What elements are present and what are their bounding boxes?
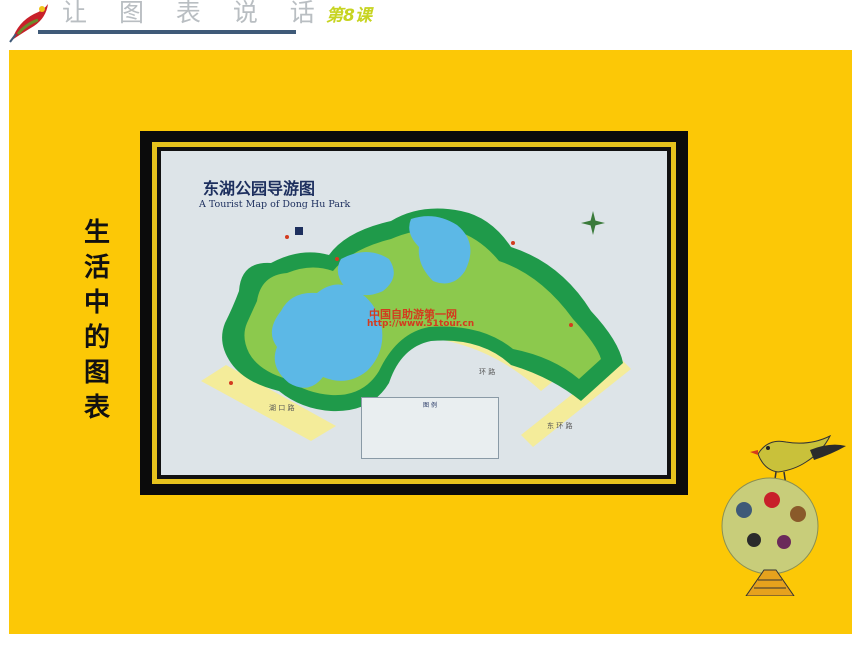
ornament-dot — [790, 506, 806, 522]
road-label: 东 环 路 — [547, 422, 573, 430]
bird-logo-icon — [9, 4, 48, 43]
poi-marker — [569, 323, 573, 327]
bird-beak — [750, 450, 758, 455]
bird-eye — [766, 446, 770, 450]
poi-marker — [511, 241, 515, 245]
parking-marker — [295, 227, 303, 235]
ornament-dot — [764, 492, 780, 508]
ornament-dot — [777, 535, 791, 549]
side-caption: 生活中的图表 — [83, 218, 110, 423]
map-watermark-url: http://www.51tour.cn — [367, 319, 475, 329]
road-label: 湖 口 路 — [269, 404, 295, 412]
poi-marker — [335, 257, 339, 261]
legend-title: 图 例 — [423, 402, 437, 409]
map-subtitle: A Tourist Map of Dong Hu Park — [199, 199, 351, 210]
poi-marker — [285, 235, 289, 239]
ornament-stand — [745, 569, 795, 596]
lesson-number: 第8课 — [326, 6, 372, 26]
compass-icon — [581, 211, 605, 235]
header-bar: 让 图 表 说 话 第8课 — [0, 0, 860, 46]
decorative-bird-illustration — [721, 434, 846, 596]
ornament-dot — [736, 502, 752, 518]
park-map-image: 东湖公园导游图 A Tourist Map of Dong Hu Park 中国… — [161, 151, 667, 475]
header-title: 让 图 表 说 话 — [62, 0, 327, 27]
header-divider — [38, 30, 296, 34]
ornament-dot — [747, 533, 761, 547]
road-label: 环 路 — [479, 368, 496, 376]
map-legend: 图 例 — [361, 397, 499, 459]
poi-marker — [229, 381, 233, 385]
map-title: 东湖公园导游图 — [203, 179, 316, 198]
